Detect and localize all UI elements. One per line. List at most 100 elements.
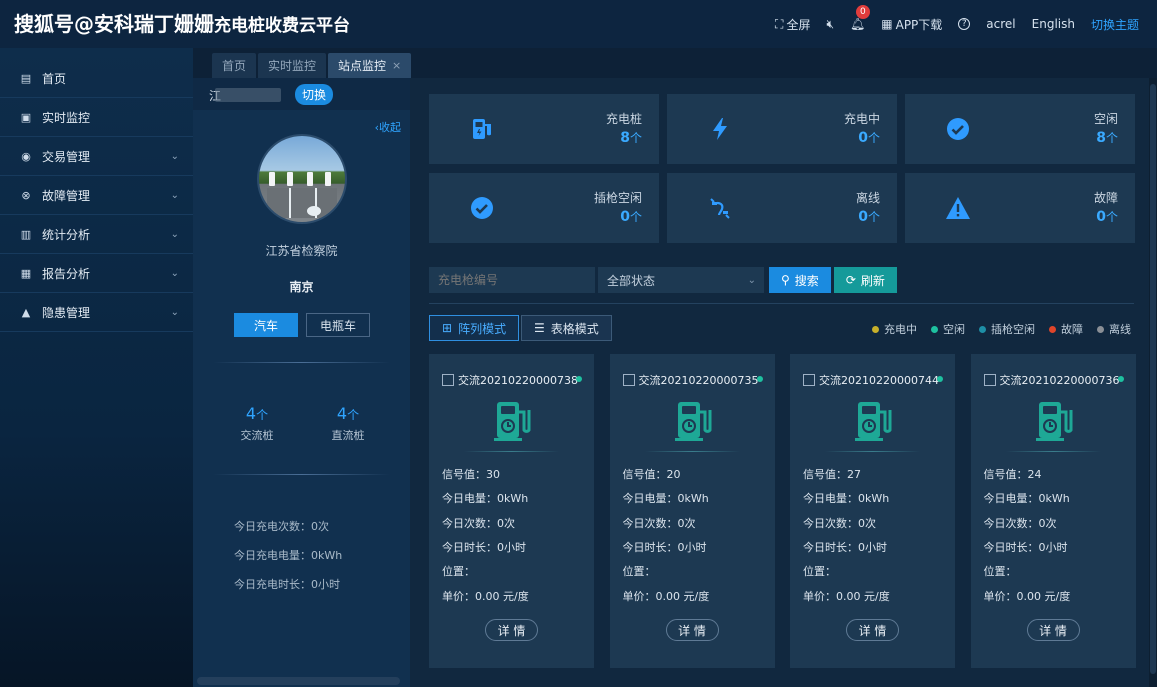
card-checkbox[interactable] bbox=[983, 374, 996, 386]
main-scrollbar[interactable] bbox=[1149, 78, 1157, 687]
station-panel: 江 切换 ‹收起 江苏省检察院 南京 汽车 电瓶车 4个 交流桩 4个 直流桩 … bbox=[193, 78, 410, 687]
charger-card: 交流20210220000735 信号值：20 今日电量：0kWh 今日次数：0次 今日… bbox=[609, 354, 775, 668]
status-dot bbox=[576, 376, 582, 382]
legend-dot bbox=[1097, 325, 1104, 333]
gun-number-input[interactable] bbox=[429, 267, 595, 293]
charger-icon bbox=[469, 116, 495, 142]
card-times: 今日次数：0次 bbox=[622, 516, 696, 530]
mute-button[interactable]: 🔇︎ bbox=[826, 17, 834, 32]
sidebar-item-1[interactable]: ▣ 实时监控 bbox=[0, 98, 193, 137]
sidebar-item-label: 故障管理 bbox=[42, 188, 91, 203]
card-signal: 信号值：30 bbox=[442, 468, 500, 481]
home-icon: ▤ bbox=[20, 71, 32, 85]
stat-unit: 个 bbox=[629, 210, 642, 224]
stat-value: 0个 bbox=[858, 208, 880, 225]
legend-item: 插枪空闲 bbox=[979, 321, 1035, 337]
sidebar-item-3[interactable]: ⊗ 故障管理 ⌄ bbox=[0, 176, 193, 215]
station-switch-button[interactable]: 切换 bbox=[295, 84, 334, 105]
charger-card: 交流20210220000736 信号值：24 今日电量：0kWh 今日次数：0次 今日… bbox=[970, 354, 1136, 668]
refresh-button[interactable]: ⟳ 刷新 bbox=[833, 267, 897, 293]
watermark-text: 搜狐号@安科瑞丁姗姗 bbox=[14, 12, 214, 36]
sidebar-item-0[interactable]: ▤ 首页 bbox=[0, 59, 193, 98]
collapse-button[interactable]: ‹收起 bbox=[375, 119, 401, 135]
sidebar-item-6[interactable]: ▲ 隐患管理 ⌄ bbox=[0, 293, 193, 332]
monitor-icon: ▣ bbox=[20, 110, 32, 124]
legend-label: 空闲 bbox=[943, 323, 965, 336]
charger-code: 交流20210220000744 bbox=[819, 374, 939, 387]
detail-button[interactable]: 详 情 bbox=[665, 619, 719, 641]
stat-unit: 个 bbox=[1105, 210, 1118, 224]
fault-icon: ⊗ bbox=[21, 188, 31, 202]
lightning-icon bbox=[707, 116, 733, 142]
stat-number: 0 bbox=[620, 209, 630, 225]
card-checkbox[interactable] bbox=[442, 374, 454, 386]
dc-count: 4 bbox=[336, 404, 348, 423]
charging-pile-icon bbox=[1035, 400, 1075, 442]
search-button[interactable]: ⚲ 搜索 bbox=[769, 267, 831, 293]
legend-dot bbox=[1049, 325, 1056, 333]
help-button[interactable]: ? bbox=[958, 18, 971, 30]
sidebar-item-4[interactable]: ▥ 统计分析 ⌄ bbox=[0, 215, 193, 254]
bell-icon: 🔔︎ bbox=[850, 17, 866, 31]
close-icon[interactable]: × bbox=[392, 59, 401, 72]
charger-code: 交流20210220000736 bbox=[999, 374, 1120, 387]
detail-button[interactable]: 详 情 bbox=[485, 619, 538, 641]
unplug-icon bbox=[707, 195, 733, 221]
chevron-down-icon: ⌄ bbox=[747, 274, 756, 286]
notification-button[interactable]: 🔔︎ 0 bbox=[850, 5, 870, 31]
report-icon: ▦ bbox=[20, 266, 32, 280]
app-download-button[interactable]: ▦ APP下载 bbox=[881, 16, 942, 33]
status-dot bbox=[1117, 376, 1124, 382]
fullscreen-label: 全屏 bbox=[786, 17, 811, 32]
notification-badge: 0 bbox=[856, 5, 870, 19]
chevron-down-icon: ⌄ bbox=[170, 267, 179, 279]
help-icon: ? bbox=[958, 18, 971, 30]
detail-button[interactable]: 详 情 bbox=[846, 619, 899, 641]
sidebar-item-5[interactable]: ▦ 报告分析 ⌄ bbox=[0, 254, 193, 293]
table-mode-button[interactable]: ☰ 表格模式 bbox=[521, 315, 612, 341]
card-times: 今日次数：0次 bbox=[983, 516, 1057, 530]
legend-dot bbox=[979, 325, 986, 333]
vehicle-tab-car[interactable]: 汽车 bbox=[234, 313, 298, 337]
detail-button[interactable]: 详 情 bbox=[1026, 619, 1080, 641]
filter-divider bbox=[429, 303, 1134, 304]
vehicle-tab-ebike[interactable]: 电瓶车 bbox=[306, 313, 370, 337]
station-scrollbar[interactable] bbox=[197, 677, 400, 685]
grid-mode-button[interactable]: ⊞ 阵列模式 bbox=[429, 315, 520, 341]
tab-1[interactable]: 实时监控 bbox=[258, 53, 327, 78]
header-toolbar: ⛶ 全屏 🔇︎ 🔔︎ 0 ▦ APP下载 ? acrel English 切换主… bbox=[775, 0, 1139, 48]
user-menu[interactable]: acrel bbox=[986, 17, 1015, 31]
sidebar-item-2[interactable]: ◉ 交易管理 ⌄ bbox=[0, 137, 193, 176]
sidebar-item-label: 交易管理 bbox=[42, 149, 91, 164]
stat-label: 故障 bbox=[1093, 191, 1118, 205]
tab-label: 首页 bbox=[222, 59, 247, 73]
stat-card-3: 插枪空闲 0个 bbox=[429, 173, 659, 243]
status-select[interactable]: 全部状态 ⌄ bbox=[598, 267, 764, 293]
stat-unit: 个 bbox=[867, 131, 880, 145]
card-price: 单价：0.00 元/度 bbox=[983, 589, 1071, 603]
today-charge-energy: 今日充电电量：0kWh bbox=[234, 549, 343, 562]
dc-unit: 个 bbox=[347, 408, 360, 422]
card-checkbox[interactable] bbox=[803, 374, 815, 386]
fullscreen-button[interactable]: ⛶ 全屏 bbox=[775, 16, 810, 33]
card-energy: 今日电量：0kWh bbox=[983, 492, 1070, 506]
divider bbox=[213, 474, 390, 475]
card-energy: 今日电量：0kWh bbox=[442, 492, 529, 506]
stat-label: 离线 bbox=[855, 191, 880, 205]
stat-value: 0个 bbox=[620, 208, 642, 225]
check-icon bbox=[945, 116, 971, 142]
stat-unit: 个 bbox=[629, 131, 642, 145]
card-location: 位置： bbox=[442, 565, 475, 579]
refresh-icon: ⟳ bbox=[845, 273, 856, 287]
language-switch[interactable]: English bbox=[1032, 17, 1075, 31]
theme-switch[interactable]: 切换主题 bbox=[1091, 16, 1139, 33]
card-checkbox[interactable] bbox=[622, 374, 635, 386]
station-header: 江 切换 bbox=[193, 78, 410, 110]
tab-2[interactable]: 站点监控 × bbox=[328, 53, 412, 78]
tab-0[interactable]: 首页 bbox=[212, 53, 257, 78]
collapse-label: 收起 bbox=[379, 121, 401, 134]
status-legend: 充电中 空闲 插枪空闲 故障 离线 bbox=[872, 321, 1131, 337]
status-dot bbox=[756, 376, 763, 382]
card-duration: 今日时长：0小时 bbox=[622, 540, 707, 554]
station-photo bbox=[257, 134, 347, 224]
